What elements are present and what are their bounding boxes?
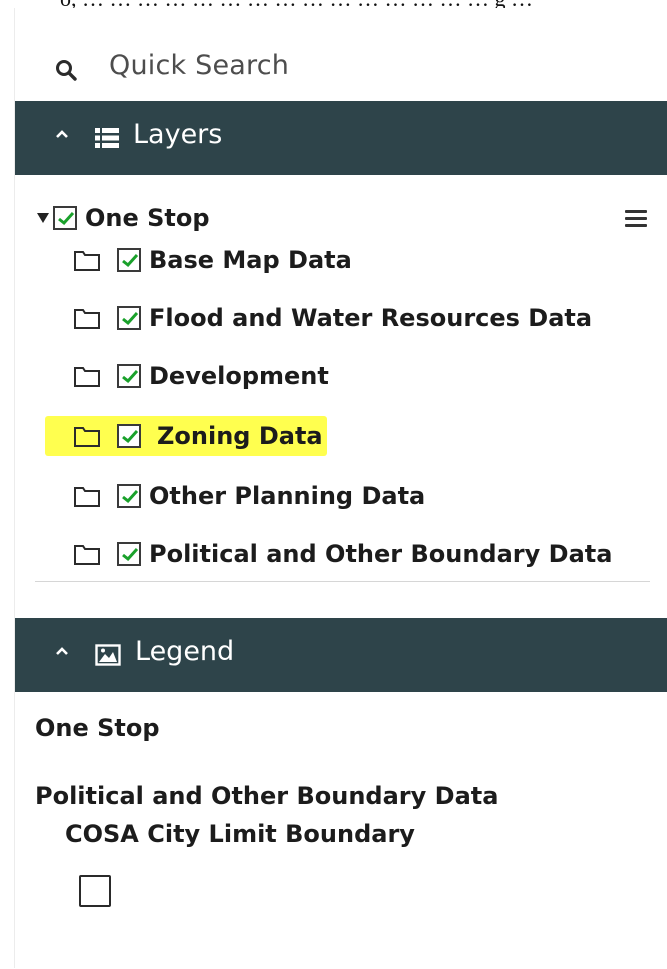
- image-icon: [95, 644, 121, 666]
- legend-sublayer-title: COSA City Limit Boundary: [65, 820, 415, 848]
- layer-checkbox[interactable]: [117, 306, 141, 330]
- legend-group-title: One Stop: [35, 714, 160, 742]
- layer-item: Political and Other Boundary Data: [73, 534, 612, 574]
- check-icon: [122, 429, 139, 444]
- layer-item-label[interactable]: Political and Other Boundary Data: [149, 540, 612, 568]
- layer-checkbox[interactable]: [117, 542, 141, 566]
- check-icon: [58, 211, 75, 226]
- search-icon: [56, 60, 77, 81]
- check-icon: [122, 311, 139, 326]
- layer-item-label[interactable]: Development: [149, 362, 329, 390]
- layer-item: Base Map Data: [73, 240, 352, 280]
- legend-layer-title: Political and Other Boundary Data: [35, 782, 499, 810]
- check-icon: [122, 253, 139, 268]
- list-icon: [95, 128, 119, 148]
- legend-swatch: [79, 875, 111, 907]
- layer-item-label[interactable]: Flood and Water Resources Data: [149, 304, 592, 332]
- layers-title: Layers: [133, 119, 223, 150]
- expand-triangle-icon[interactable]: [37, 213, 49, 223]
- root-checkbox[interactable]: [53, 206, 77, 230]
- folder-icon[interactable]: [73, 424, 101, 448]
- tree-root-label[interactable]: One Stop: [85, 204, 210, 232]
- folder-icon[interactable]: [73, 542, 101, 566]
- layer-item: Flood and Water Resources Data: [73, 298, 592, 338]
- check-icon: [122, 489, 139, 504]
- check-icon: [122, 369, 139, 384]
- legend-header[interactable]: Legend: [15, 618, 667, 692]
- layer-item: Development: [73, 356, 329, 396]
- quick-search[interactable]: Quick Search: [15, 36, 667, 96]
- layer-item: Other Planning Data: [73, 476, 425, 516]
- layer-checkbox[interactable]: [117, 424, 141, 448]
- layer-item-label[interactable]: Other Planning Data: [149, 482, 425, 510]
- folder-icon[interactable]: [73, 248, 101, 272]
- menu-icon[interactable]: [625, 210, 647, 228]
- layer-checkbox[interactable]: [117, 364, 141, 388]
- quick-search-label: Quick Search: [109, 50, 290, 81]
- chevron-up-icon: [56, 647, 68, 655]
- divider: [35, 581, 650, 582]
- folder-icon[interactable]: [73, 364, 101, 388]
- folder-icon[interactable]: [73, 484, 101, 508]
- layer-checkbox[interactable]: [117, 248, 141, 272]
- tree-root: One Stop: [37, 198, 210, 238]
- cropped-top-text: o, … … … … … … … … … … … … … … … g …: [0, 0, 667, 8]
- folder-icon[interactable]: [73, 306, 101, 330]
- layer-item-label[interactable]: Base Map Data: [149, 246, 352, 274]
- highlight-marker: Zoning Data: [45, 416, 327, 456]
- chevron-up-icon: [56, 130, 68, 138]
- layer-checkbox[interactable]: [117, 484, 141, 508]
- layer-item-highlighted: Zoning Data: [45, 416, 327, 456]
- check-icon: [122, 547, 139, 562]
- layer-item-label[interactable]: Zoning Data: [157, 422, 323, 450]
- legend-title: Legend: [135, 636, 235, 667]
- layers-header[interactable]: Layers: [15, 101, 667, 175]
- layer-panel: Quick Search Layers One Stop Base Map Da…: [14, 8, 667, 968]
- cropped-text: o, … … … … … … … … … … … … … … … g …: [60, 0, 533, 8]
